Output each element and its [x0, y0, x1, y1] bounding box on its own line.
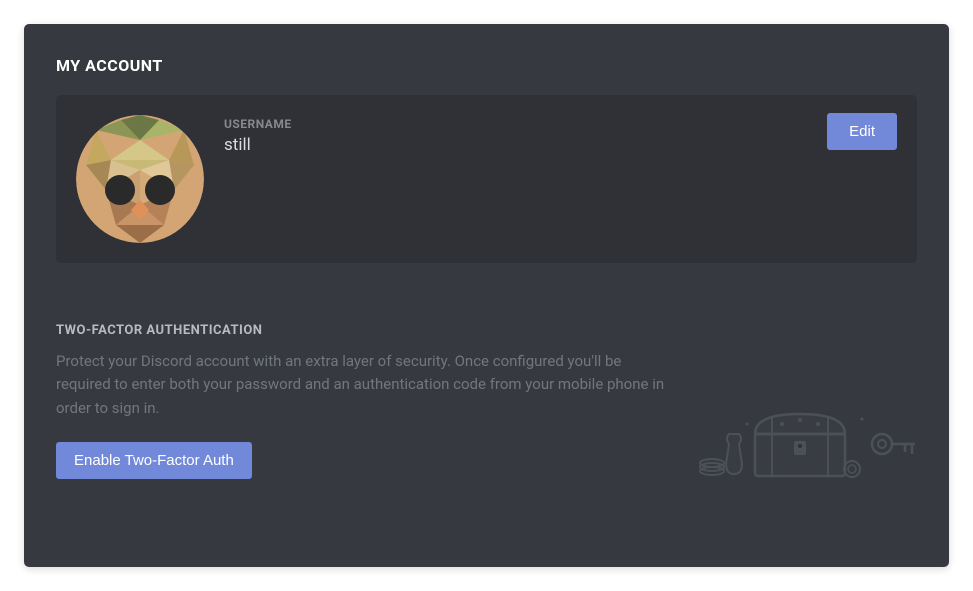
- avatar-icon: [76, 115, 204, 243]
- username-label: USERNAME: [224, 117, 897, 131]
- treasure-chest-icon: [687, 389, 917, 489]
- twofa-description: Protect your Discord account with an ext…: [56, 350, 676, 420]
- edit-button[interactable]: Edit: [827, 113, 897, 150]
- username-value: still: [224, 135, 897, 155]
- enable-twofa-button[interactable]: Enable Two-Factor Auth: [56, 442, 252, 479]
- avatar[interactable]: [76, 115, 204, 243]
- twofa-title: TWO-FACTOR AUTHENTICATION: [56, 323, 917, 338]
- account-card: USERNAME still Edit: [56, 95, 917, 263]
- twofa-section: TWO-FACTOR AUTHENTICATION Protect your D…: [56, 323, 917, 479]
- user-info: USERNAME still: [224, 115, 897, 155]
- page-title: MY ACCOUNT: [56, 56, 917, 75]
- account-settings-panel: MY ACCOUNT: [24, 24, 949, 567]
